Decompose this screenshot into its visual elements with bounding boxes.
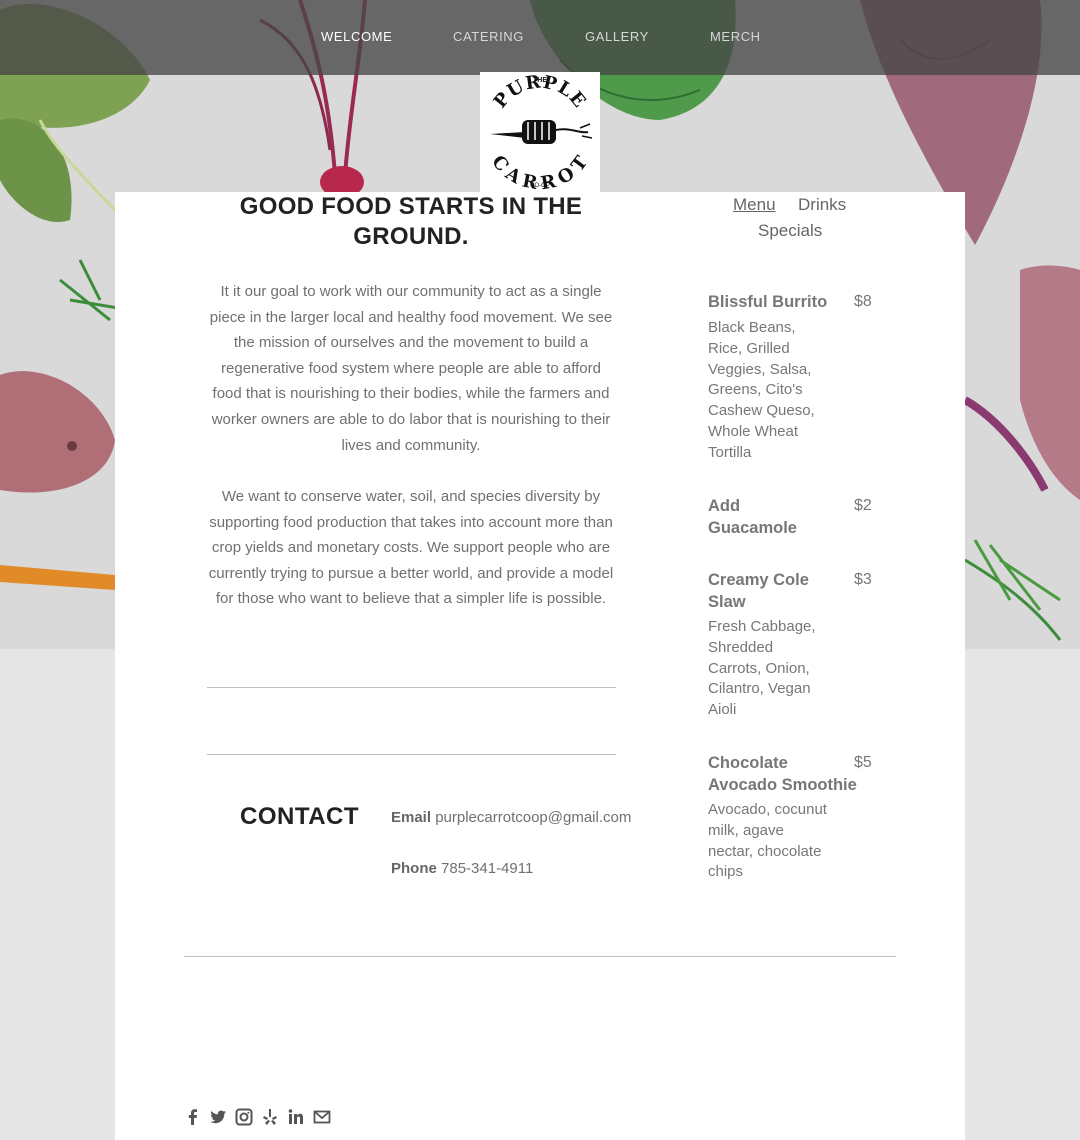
menu-item-description: Black Beans, Rice, Grilled Veggies, Sals… (708, 319, 815, 461)
nav-gallery[interactable]: GALLERY (585, 29, 649, 44)
purple-carrot-logo: THE PURPLE CARROT CO-OP (487, 71, 593, 194)
phone-label: Phone (391, 860, 437, 877)
linkedin-icon[interactable] (287, 1108, 305, 1126)
footer-divider (184, 956, 896, 957)
svg-text:PURPLE: PURPLE (490, 72, 590, 112)
mission-paragraph-2: We want to conserve water, soil, and spe… (208, 488, 614, 608)
mission-paragraph-1: It it our goal to work with our communit… (209, 283, 613, 454)
top-nav-bar (0, 0, 1080, 75)
facebook-icon[interactable] (184, 1108, 202, 1126)
menu-item-name: Add Guacamole (708, 497, 797, 537)
phone-number[interactable]: 785-341-4911 (441, 860, 533, 877)
email-link[interactable]: purplecarrotcoop@gmail.com (435, 809, 631, 826)
nav-merch[interactable]: MERCH (710, 29, 761, 44)
yelp-icon[interactable] (261, 1108, 279, 1126)
contact-email-row: Email purplecarrotcoop@gmail.com (391, 809, 631, 826)
logo-small-bottom: CO-OP (530, 183, 550, 189)
menu-item-price: $8 (854, 293, 872, 310)
menu-item-name: Chocolate Avocado Smoothie (708, 754, 857, 794)
email-icon[interactable] (313, 1108, 331, 1126)
divider (207, 754, 616, 755)
menu-item-name: Blissful Burrito (708, 293, 828, 311)
menu-item-price: $3 (854, 571, 872, 588)
twitter-icon[interactable] (209, 1108, 227, 1126)
tab-specials[interactable]: Specials (758, 221, 822, 241)
tab-menu[interactable]: Menu (733, 195, 776, 215)
divider (207, 687, 616, 688)
nav-welcome[interactable]: WELCOME (321, 29, 392, 44)
page-headline: GOOD FOOD STARTS IN THE GROUND. (239, 193, 583, 250)
contact-phone-row: Phone 785-341-4911 (391, 860, 533, 877)
site-logo[interactable]: THE PURPLE CARROT CO-OP (480, 71, 600, 194)
menu-item-price: $2 (854, 497, 872, 514)
menu-item-description: Fresh Cabbage, Shredded Carrots, Onion, … (708, 618, 816, 719)
contact-heading: CONTACT (240, 803, 360, 830)
instagram-icon[interactable] (235, 1108, 253, 1126)
menu-item-name: Creamy Cole Slaw (708, 571, 809, 611)
logo-line1: PURPLE (490, 71, 589, 112)
email-label: Email (391, 809, 432, 826)
nav-catering[interactable]: CATERING (453, 29, 524, 44)
menu-item-description: Avocado, cocunut milk, agave nectar, cho… (708, 801, 827, 881)
menu-item-price: $5 (854, 754, 872, 771)
tab-drinks[interactable]: Drinks (798, 195, 846, 215)
